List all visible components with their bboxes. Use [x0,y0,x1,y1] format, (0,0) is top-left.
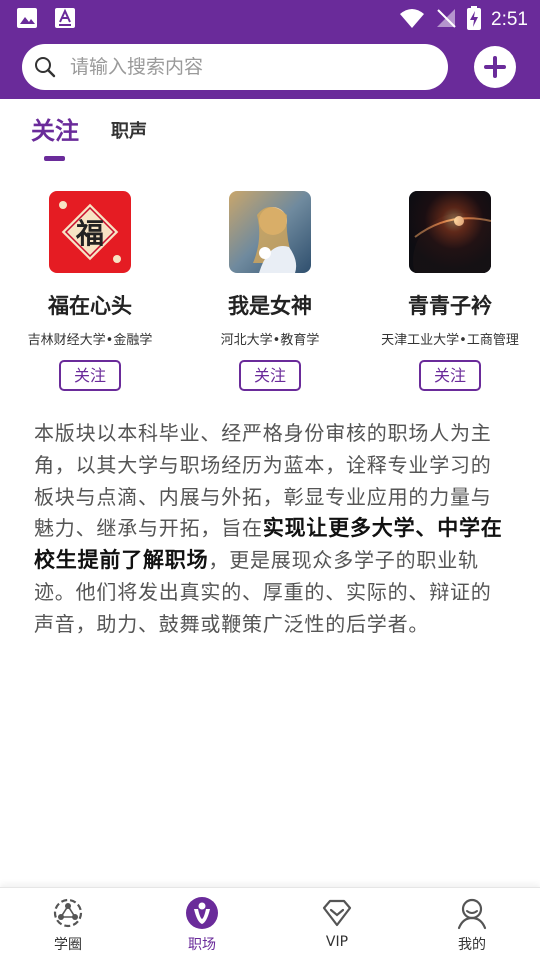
no-signal-icon [435,7,457,33]
status-bar: 2:51 [0,0,540,36]
user-name: 我是女神 [228,294,312,318]
clock-time: 2:51 [491,9,528,30]
search-input[interactable] [70,52,430,82]
active-tab-indicator [44,156,65,161]
user-profile-icon [455,896,489,930]
tab-bar: 关注 职声 [0,99,540,165]
battery-charging-icon [467,6,482,34]
search-icon [34,56,56,82]
nav-label: 学圈 [54,937,82,953]
user-school: 吉林财经大学•金融学 [27,333,153,348]
follow-button[interactable]: 关注 [239,360,301,391]
gallery-notification-icon [16,7,38,33]
nav-item-xuequan[interactable]: 学圈 [18,896,118,954]
workplace-person-icon [185,896,219,930]
user-school: 河北大学•教育学 [220,333,320,348]
nav-item-mine[interactable]: 我的 [422,896,522,954]
tab-follow[interactable]: 关注 [31,111,79,146]
wifi-icon [399,7,425,33]
avatar[interactable] [229,191,311,273]
nav-item-zhichang[interactable]: 职场 [152,896,252,954]
translate-notification-icon [54,7,76,33]
section-description: 本版块以本科毕业、经严格身份审核的职场人为主角，以其大学与职场经历为蓝本，诠释专… [34,418,510,641]
circle-network-icon [51,896,85,930]
search-bar[interactable] [22,44,448,90]
svg-text:福: 福 [75,217,104,250]
follow-button[interactable]: 关注 [59,360,121,391]
user-school: 天津工业大学•工商管理 [381,333,519,348]
user-name: 青青子衿 [408,294,492,318]
nav-item-vip[interactable]: VIP [287,896,387,950]
nav-label: 职场 [188,937,216,953]
avatar[interactable]: 福 [49,191,131,273]
user-name: 福在心头 [48,294,132,318]
tab-voice[interactable]: 职声 [111,117,147,143]
avatar[interactable] [409,191,491,273]
diamond-icon [320,896,354,930]
nav-label: 我的 [458,937,486,953]
top-header [0,36,540,99]
add-button[interactable] [474,46,516,88]
follow-button[interactable]: 关注 [419,360,481,391]
bottom-navigation: 学圈 职场 VIP 我的 [0,887,540,960]
nav-label: VIP [325,934,349,950]
